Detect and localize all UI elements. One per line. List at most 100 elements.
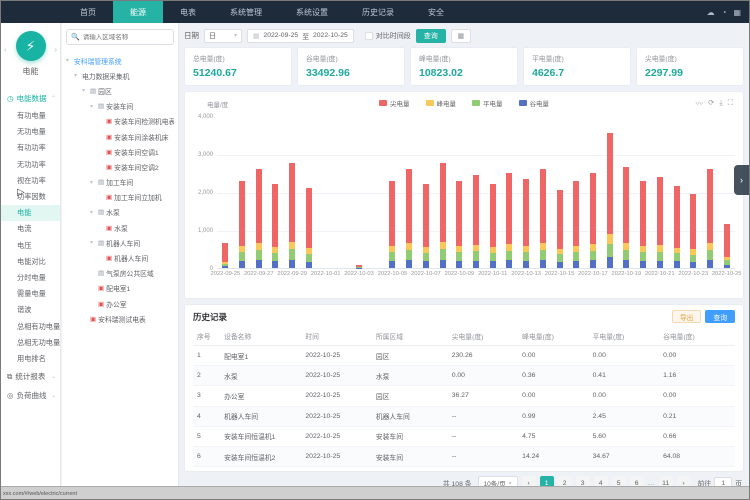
tree-node-3[interactable]: ▾▤安装车间 — [66, 99, 174, 114]
sidebar-item-9[interactable]: 电能对比 — [1, 254, 60, 270]
menu-section-energy-data[interactable]: ◷ 电能数据 ⌃ — [1, 89, 60, 108]
sidebar-item-10[interactable]: 分时电量 — [1, 270, 60, 286]
page-button-3[interactable]: 3 — [576, 476, 590, 486]
compare-checkbox[interactable]: 对比时间段 — [365, 31, 411, 41]
nav-tab-6[interactable]: 安全 — [411, 1, 461, 23]
nav-tab-5[interactable]: 历史记录 — [345, 1, 411, 23]
sidebar-item-4[interactable]: 视在功率 — [1, 173, 60, 189]
nav-tab-4[interactable]: 系统设置 — [279, 1, 345, 23]
layout-toggle-button[interactable]: ▦ — [451, 29, 471, 43]
tree-node-4[interactable]: ▣安装车间检测机电表 — [66, 114, 174, 129]
module-prev-icon[interactable]: ‹ — [4, 45, 7, 54]
date-range-picker[interactable]: ▦ 2022-09-25 至 2022-10-25 — [247, 29, 354, 43]
export-button[interactable]: 导出 — [672, 310, 702, 323]
bar-2022-10-18[interactable] — [607, 133, 613, 268]
tree-node-0[interactable]: ▾安科瑞管理系统 — [66, 53, 174, 68]
tree-node-12[interactable]: ▾▤机器人车间 — [66, 235, 174, 250]
bar-2022-10-11[interactable] — [490, 184, 496, 268]
bar-2022-09-27[interactable] — [256, 169, 262, 268]
sidebar-item-6[interactable]: 电能 — [1, 205, 60, 221]
legend-item-1[interactable]: 峰电量 — [426, 98, 457, 108]
page-button-6[interactable]: 6 — [630, 476, 644, 486]
energy-module-icon[interactable]: ⚡ — [16, 31, 46, 61]
tree-node-2[interactable]: ▾▤园区 — [66, 83, 174, 98]
tree-toggle-icon[interactable]: ▾ — [82, 87, 88, 94]
tree-node-14[interactable]: ▤气泵房公共区域 — [66, 266, 174, 281]
tree-toggle-icon[interactable]: ▾ — [90, 239, 96, 246]
bar-2022-10-09[interactable] — [456, 181, 462, 268]
tree-toggle-icon[interactable]: ▾ — [90, 103, 96, 110]
bar-2022-09-29[interactable] — [289, 163, 295, 268]
menu-section-load-curve[interactable]: ◎ 负荷曲线 ⌄ — [1, 386, 60, 405]
sidebar-item-0[interactable]: 有功电量 — [1, 108, 60, 124]
bar-2022-09-25[interactable] — [222, 243, 228, 268]
sidebar-item-13[interactable]: 总相有功电量 — [1, 318, 60, 334]
cloud-icon[interactable]: ☁ — [707, 8, 715, 17]
tree-node-13[interactable]: ▣机器人车间 — [66, 250, 174, 265]
tree-node-6[interactable]: ▣安装车间空调1 — [66, 144, 174, 159]
tree-node-10[interactable]: ▾▤水泵 — [66, 205, 174, 220]
nav-tab-2[interactable]: 电表 — [163, 1, 213, 23]
bar-2022-10-12[interactable] — [506, 173, 512, 268]
tree-node-9[interactable]: ▣加工车间立加机 — [66, 190, 174, 205]
bar-2022-10-03[interactable] — [356, 265, 362, 268]
nav-tab-0[interactable]: 首页 — [63, 1, 113, 23]
bar-2022-10-16[interactable] — [573, 181, 579, 268]
tree-toggle-icon[interactable]: ▾ — [90, 179, 96, 186]
page-button-1[interactable]: 1 — [540, 476, 554, 486]
bar-2022-10-14[interactable] — [540, 169, 546, 268]
bar-2022-10-10[interactable] — [473, 175, 479, 268]
bar-2022-10-15[interactable] — [557, 190, 563, 268]
sidebar-item-11[interactable]: 需量电量 — [1, 286, 60, 302]
query-button[interactable]: 查询 — [416, 29, 446, 43]
page-button-5[interactable]: 5 — [612, 476, 626, 486]
bar-2022-10-07[interactable] — [423, 184, 429, 268]
module-next-icon[interactable]: › — [54, 45, 57, 54]
tree-node-16[interactable]: ▣办公室 — [66, 296, 174, 311]
granularity-select[interactable]: 日 ▾ — [204, 29, 242, 43]
bar-2022-10-22[interactable] — [674, 186, 680, 268]
bar-2022-10-17[interactable] — [590, 173, 596, 268]
bar-2022-10-06[interactable] — [406, 169, 412, 268]
apps-grid-icon[interactable]: ▦ — [733, 8, 741, 17]
sidebar-item-1[interactable]: 无功电量 — [1, 124, 60, 140]
tree-node-8[interactable]: ▾▤加工车间 — [66, 175, 174, 190]
bar-2022-10-19[interactable] — [623, 167, 629, 268]
fullscreen-icon[interactable]: ⛶ — [728, 98, 733, 109]
nav-tab-1[interactable]: 能源 — [113, 1, 163, 23]
sidebar-item-3[interactable]: 无功功率 — [1, 157, 60, 173]
page-button-2[interactable]: 2 — [558, 476, 572, 486]
tree-node-7[interactable]: ▣安装车间空调2 — [66, 159, 174, 174]
page-button-4[interactable]: 4 — [594, 476, 608, 486]
bar-2022-10-13[interactable] — [523, 179, 529, 268]
tree-toggle-icon[interactable]: ▾ — [74, 72, 80, 79]
tree-search-input[interactable] — [83, 34, 169, 41]
table-row[interactable]: 4机器人车间2022-10-25机器人车间--0.992.450.21 — [193, 406, 735, 426]
legend-item-2[interactable]: 平电量 — [472, 98, 503, 108]
bar-2022-10-20[interactable] — [640, 181, 646, 268]
prev-page-button[interactable]: ‹ — [522, 476, 536, 486]
next-page-button[interactable]: › — [677, 476, 691, 486]
tree-node-17[interactable]: ▣安科瑞测试电表 — [66, 311, 174, 326]
table-row[interactable]: 6安装车间恒温机22022-10-25安装车间--14.2434.6764.08 — [193, 446, 735, 466]
tree-node-15[interactable]: ▣配电室1 — [66, 281, 174, 296]
line-chart-icon[interactable]: 〰 — [696, 98, 704, 109]
tree-node-5[interactable]: ▣安装车间涂装机床 — [66, 129, 174, 144]
bar-2022-09-30[interactable] — [306, 188, 312, 268]
table-row[interactable]: 3办公室2022-10-25园区36.270.000.000.00 — [193, 386, 735, 406]
tree-node-1[interactable]: ▾电力数据采集机 — [66, 68, 174, 83]
bar-2022-09-28[interactable] — [272, 184, 278, 268]
sidebar-item-14[interactable]: 总相无功电量 — [1, 335, 60, 351]
nav-tab-3[interactable]: 系统管理 — [213, 1, 279, 23]
sidebar-item-8[interactable]: 电压 — [1, 238, 60, 254]
table-row[interactable]: 1配电室12022-10-25园区230.260.000.000.00 — [193, 346, 735, 366]
table-row[interactable]: 2水泵2022-10-25水泵0.000.360.411.16 — [193, 366, 735, 386]
menu-section-reports[interactable]: ⧉ 统计报表 ⌄ — [1, 367, 60, 386]
save-image-icon[interactable]: ⤓ — [719, 98, 722, 109]
tree-toggle-icon[interactable]: ▾ — [90, 209, 96, 216]
sidebar-item-2[interactable]: 有功功率 — [1, 140, 60, 156]
last-page-button[interactable]: 11 — [659, 476, 673, 486]
carousel-next-button[interactable]: › — [734, 165, 749, 195]
sidebar-item-15[interactable]: 用电排名 — [1, 351, 60, 367]
bar-2022-10-25[interactable] — [724, 224, 730, 268]
